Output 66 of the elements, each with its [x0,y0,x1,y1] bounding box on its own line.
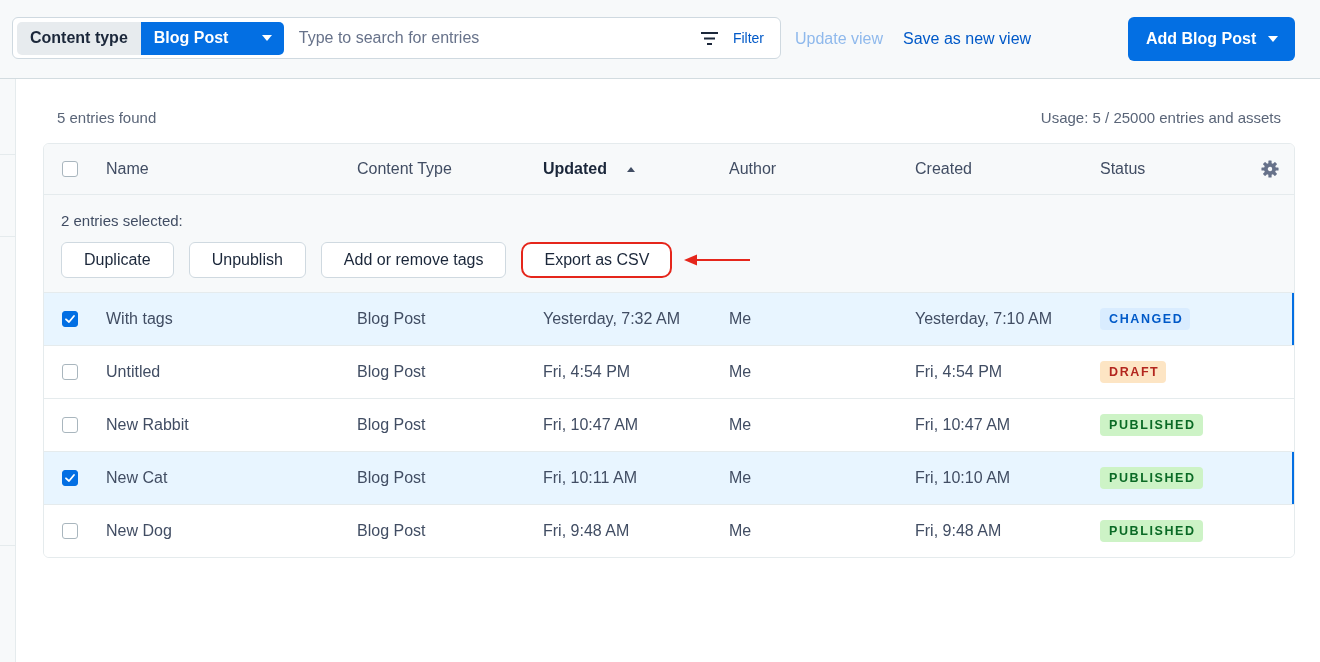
checkmark-icon [64,313,76,325]
table-cell: Fri, 9:48 AM [915,522,1002,540]
column-header[interactable]: Updated [543,160,635,178]
column-header[interactable]: Created [915,160,972,178]
column-header[interactable]: Status [1100,160,1146,178]
caret-up-icon [627,166,635,172]
table-cell: Me [729,416,752,434]
table-cell: Yesterday, 7:32 AM [543,310,680,328]
table-cell: Me [729,310,752,328]
row-checkbox[interactable] [62,311,78,327]
view-action-link[interactable]: Save as new view [903,30,1032,48]
caret-down-icon [261,35,272,41]
table-cell: Fri, 10:11 AM [543,469,637,487]
table-cell: Blog Post [357,363,426,381]
annotation-arrow [684,253,751,267]
table-cell: New Dog [106,522,172,540]
table-cell: Me [729,522,752,540]
table-cell: Yesterday, 7:10 AM [915,310,1052,328]
settings-icon[interactable] [1261,160,1279,178]
table-cell: Blog Post [357,416,426,434]
search-field[interactable]: Type to search for entries [283,21,693,55]
status-badge: DRAFT [1100,361,1167,383]
table-cell: Fri, 10:10 AM [915,469,1011,487]
bulk-action-button[interactable]: Duplicate [61,242,174,278]
search-bar[interactable]: Content type Blog Post Type to search for entries Filter [12,17,781,59]
selection-count: 2 entries selected: [61,211,184,231]
usage-text: Usage: 5 / 25000 entries and assets [1040,108,1281,128]
table-row[interactable]: With tags Blog Post Yesterday, 7:32 AM Me Yesterday, 7:10 AM CHANGED [44,293,1294,346]
row-checkbox[interactable] [62,417,78,433]
add-entry-button[interactable]: Add Blog Post [1128,17,1295,61]
filter-button[interactable]: Filter [692,21,776,55]
entry-count: 5 entries found [57,108,157,128]
bulk-action-button[interactable]: Unpublish [188,242,306,278]
table-cell: Blog Post [357,522,426,540]
status-badge: PUBLISHED [1100,520,1203,542]
table-cell: New Cat [106,469,168,487]
select-all-checkbox[interactable] [62,161,78,177]
table-cell: Fri, 9:48 AM [543,522,630,540]
table-cell: Fri, 4:54 PM [915,363,1003,381]
row-checkbox[interactable] [62,523,78,539]
bulk-action-button[interactable]: Export as CSV [521,242,673,278]
column-header[interactable]: Author [729,160,777,178]
checkmark-icon [64,472,76,484]
status-badge: CHANGED [1100,308,1191,330]
caret-down-icon [1268,36,1279,42]
table-cell: Fri, 10:47 AM [543,416,639,434]
table-cell: Me [729,363,752,381]
bulk-action-button[interactable]: Add or remove tags [320,242,507,278]
content-type-dropdown[interactable]: Blog Post [140,21,284,55]
table-cell: With tags [106,310,173,328]
table-cell: Fri, 10:47 AM [915,416,1011,434]
table-cell: Blog Post [357,469,426,487]
content-type-label: Content type [17,21,141,55]
status-badge: PUBLISHED [1100,467,1203,489]
table-row[interactable]: New Cat Blog Post Fri, 10:11 AM Me Fri, 10:10 AM PUBLISHED [44,452,1294,505]
table-cell: New Rabbit [106,416,189,434]
table-cell: Fri, 4:54 PM [543,363,631,381]
row-checkbox[interactable] [62,470,78,486]
row-checkbox[interactable] [62,364,78,380]
table-cell: Blog Post [357,310,426,328]
filter-icon [700,31,718,45]
table-cell: Untitled [106,363,161,381]
table-cell: Me [729,469,752,487]
column-header[interactable]: Name [106,160,149,178]
column-header[interactable]: Content Type [357,160,452,178]
status-badge: PUBLISHED [1100,414,1203,436]
